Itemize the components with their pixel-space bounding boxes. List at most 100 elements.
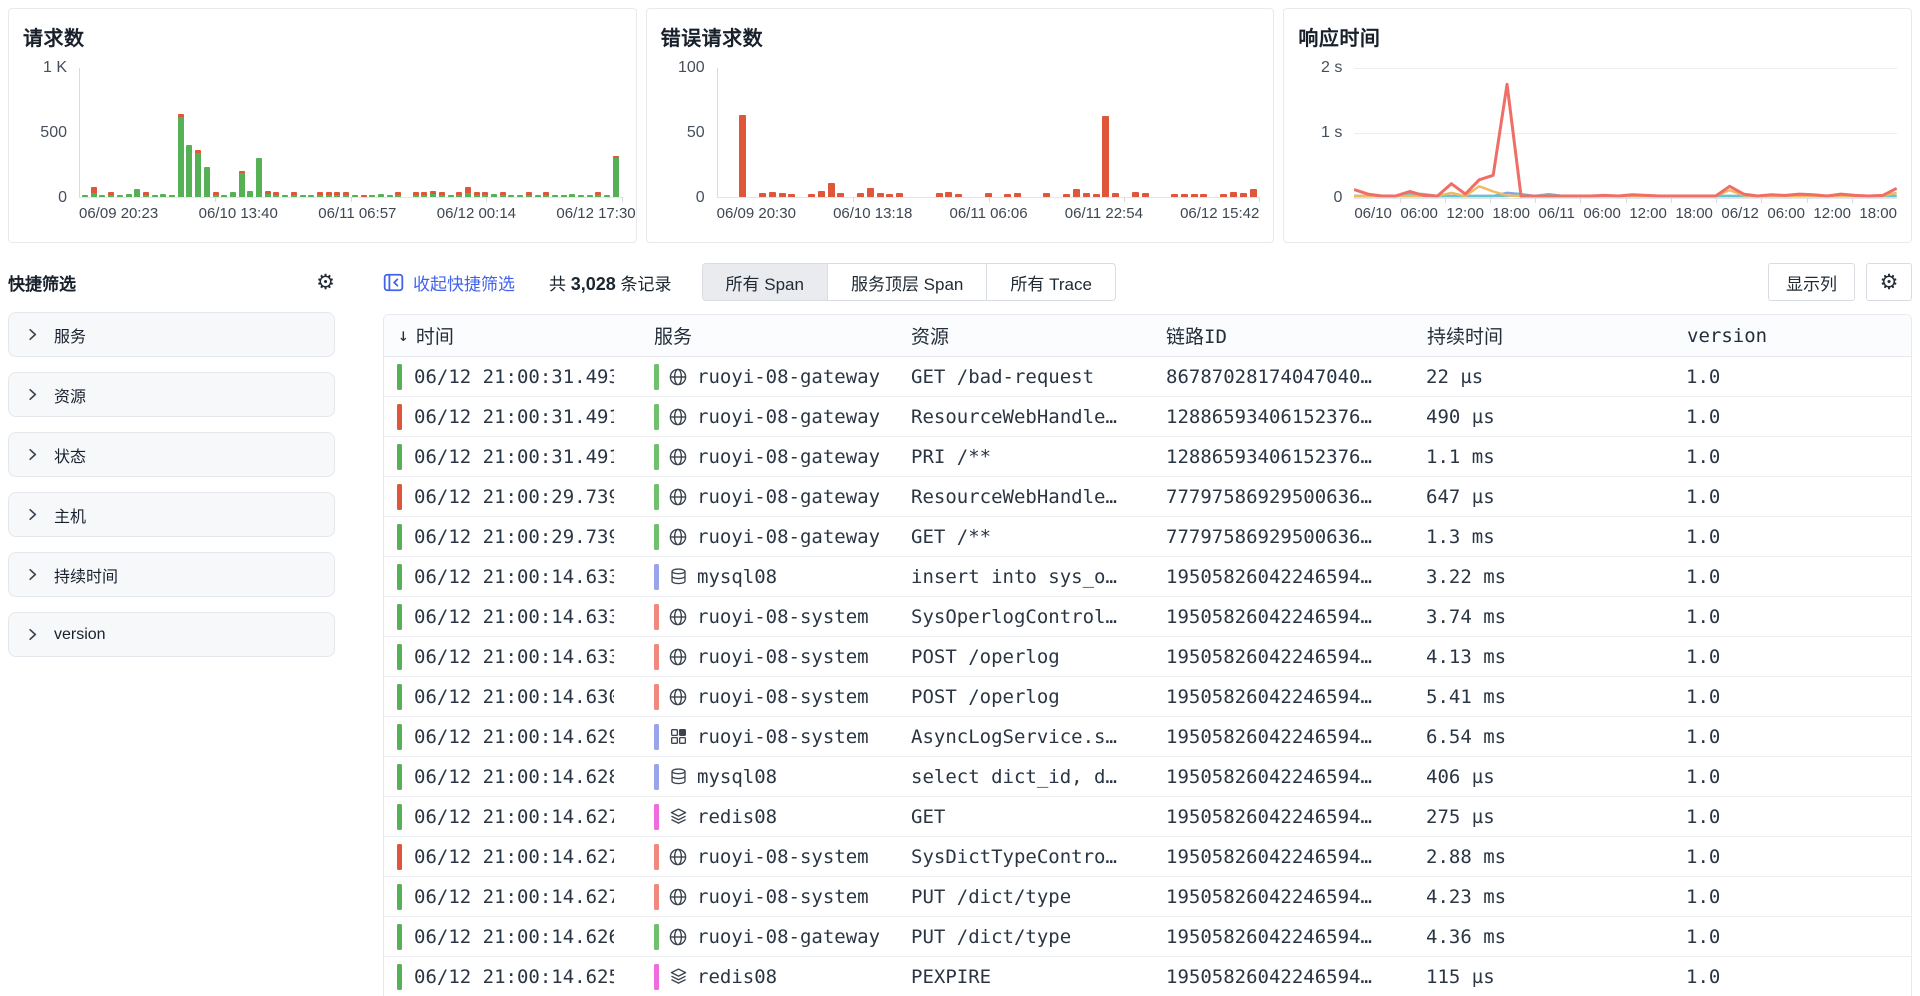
table-row[interactable]: 06/12 21:00:14.627ruoyi-08-systemSysDict… (384, 837, 1911, 877)
bar (1171, 194, 1178, 197)
sidebar-filter-item-6[interactable]: version (8, 612, 335, 657)
y-tick-label: 1 K (43, 59, 67, 77)
bar (126, 194, 132, 197)
bar-segment-ok (291, 195, 297, 198)
table-row[interactable]: 06/12 21:00:31.493ruoyi-08-gatewayGET /b… (384, 357, 1911, 397)
tab-all-traces[interactable]: 所有 Trace (986, 263, 1116, 301)
table-row[interactable]: 06/12 21:00:14.627ruoyi-08-systemPUT /di… (384, 877, 1911, 917)
y-tick-label: 2 s (1321, 59, 1342, 77)
cell-version: 1.0 (1681, 686, 1911, 708)
service-color-bar (654, 564, 659, 590)
cell-version: 1.0 (1681, 886, 1911, 908)
axis-tick (1807, 198, 1808, 203)
x-tick-label: 12:00 (1446, 205, 1484, 222)
cell-duration: 4.36 ms (1421, 926, 1681, 948)
cell-trace-id: 19505826042246594… (1161, 646, 1421, 668)
bar-segment (1142, 193, 1149, 197)
time-value: 06/12 21:00:14.633 (414, 606, 614, 628)
bar-segment-ok (152, 195, 158, 198)
gear-icon[interactable]: ⚙ (316, 272, 335, 293)
bar (1200, 194, 1207, 197)
apps-icon (668, 727, 688, 747)
table-row[interactable]: 06/12 21:00:29.739ruoyi-08-gatewayGET /*… (384, 517, 1911, 557)
requests-chart: 1 K 500 0 (23, 68, 622, 198)
service-color-bar (654, 484, 659, 510)
bar-segment-ok (543, 195, 549, 198)
bar (343, 192, 349, 197)
table-row[interactable]: 06/12 21:00:14.633mysql08insert into sys… (384, 557, 1911, 597)
bar (818, 191, 825, 198)
bar (1102, 116, 1109, 197)
filter-item-label: 服务 (54, 323, 86, 347)
y-axis-labels: 100 50 0 (661, 68, 717, 198)
axis-tick (1716, 198, 1717, 203)
tab-service-top-spans[interactable]: 服务顶层 Span (827, 263, 987, 301)
sidebar-filter-item-3[interactable]: 状态 (8, 432, 335, 477)
collapse-quick-filter-link[interactable]: 收起快捷筛选 (383, 270, 515, 295)
table-row[interactable]: 06/12 21:00:14.627redis08GET195058260422… (384, 797, 1911, 837)
sidebar-filter-item-1[interactable]: 服务 (8, 312, 335, 357)
bar-segment-ok (474, 195, 480, 198)
bar (587, 195, 593, 198)
status-indicator-bar (397, 644, 402, 670)
filter-item-label: version (54, 626, 106, 644)
bar-segment-ok (256, 158, 262, 197)
bar (837, 193, 844, 197)
table-row[interactable]: 06/12 21:00:31.491ruoyi-08-gatewayResour… (384, 397, 1911, 437)
table-row[interactable]: 06/12 21:00:14.633ruoyi-08-systemSysOper… (384, 597, 1911, 637)
sidebar-filter-item-4[interactable]: 主机 (8, 492, 335, 537)
cell-time: 06/12 21:00:31.491 (384, 404, 646, 430)
bar-segment (1181, 194, 1188, 197)
sidebar-filter-item-2[interactable]: 资源 (8, 372, 335, 417)
table-settings-button[interactable]: ⚙ (1866, 263, 1912, 301)
bar (1063, 194, 1070, 197)
service-name: ruoyi-08-system (697, 686, 869, 708)
cell-trace-id: 19505826042246594… (1161, 926, 1421, 948)
database-icon (668, 767, 688, 787)
bar (204, 167, 210, 198)
cell-resource: ResourceWebHandle… (906, 486, 1161, 508)
bar (517, 195, 523, 198)
table-row[interactable]: 06/12 21:00:14.628mysql08select dict_id,… (384, 757, 1911, 797)
x-tick-label: 18:00 (1675, 205, 1713, 222)
bar-segment-ok (178, 117, 184, 197)
bar-segment (1083, 193, 1090, 197)
cell-trace-id: 19505826042246594… (1161, 566, 1421, 588)
cell-resource: SysOperlogControl… (906, 606, 1161, 628)
bar-segment-ok (535, 195, 541, 198)
status-indicator-bar (397, 964, 402, 990)
time-value: 06/12 21:00:14.627 (414, 806, 614, 828)
tab-all-spans[interactable]: 所有 Span (702, 263, 828, 301)
table-row[interactable]: 06/12 21:00:29.739ruoyi-08-gatewayResour… (384, 477, 1911, 517)
table-row[interactable]: 06/12 21:00:14.625redis08PEXPIRE19505826… (384, 957, 1911, 996)
line-chart-plot (1354, 68, 1897, 198)
table-row[interactable]: 06/12 21:00:31.491ruoyi-08-gatewayPRI /*… (384, 437, 1911, 477)
table-row[interactable]: 06/12 21:00:14.633ruoyi-08-systemPOST /o… (384, 637, 1911, 677)
status-indicator-bar (397, 764, 402, 790)
chart-title: 错误请求数 (661, 22, 1260, 51)
bar-segment-ok (117, 195, 123, 198)
axis-tick (1400, 198, 1401, 203)
cell-time: 06/12 21:00:14.627 (384, 804, 646, 830)
cell-service: ruoyi-08-system (646, 844, 906, 870)
bar-segment-ok (552, 195, 558, 198)
show-columns-button[interactable]: 显示列 (1768, 263, 1855, 301)
time-value: 06/12 21:00:14.633 (414, 566, 614, 588)
table-row[interactable]: 06/12 21:00:14.626ruoyi-08-gatewayPUT /d… (384, 917, 1911, 957)
table-row[interactable]: 06/12 21:00:14.630ruoyi-08-systemPOST /o… (384, 677, 1911, 717)
column-header-time[interactable]: ↓ 时间 (384, 322, 646, 349)
x-tick-label: 06:00 (1583, 205, 1621, 222)
sidebar-filter-item-5[interactable]: 持续时间 (8, 552, 335, 597)
table-row[interactable]: 06/12 21:00:14.629ruoyi-08-systemAsyncLo… (384, 717, 1911, 757)
cell-resource: select dict_id, d… (906, 766, 1161, 788)
globe-icon (668, 447, 688, 467)
status-indicator-bar (397, 884, 402, 910)
service-name: mysql08 (697, 766, 777, 788)
x-tick-label: 06/12 (1721, 205, 1759, 222)
cell-version: 1.0 (1681, 366, 1911, 388)
column-header-version: version (1681, 325, 1911, 347)
bar (578, 195, 584, 198)
cell-service: ruoyi-08-gateway (646, 364, 906, 390)
axis-tick (351, 197, 352, 202)
bar (273, 192, 279, 197)
